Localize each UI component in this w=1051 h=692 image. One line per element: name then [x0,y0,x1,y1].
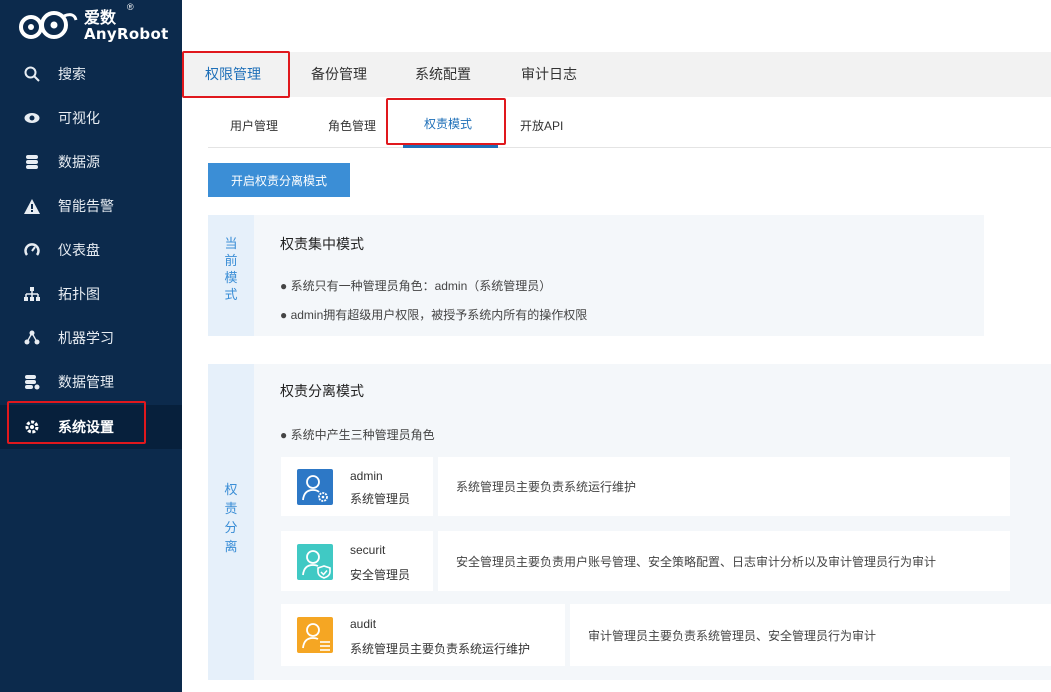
sidebar-item-dashboard[interactable]: 仪表盘 [0,228,182,272]
eye-icon [23,109,41,127]
sidebar-item-data-management[interactable]: 数据管理 [0,360,182,404]
audit-user-list-icon [297,617,333,653]
sidebar-item-visualization[interactable]: 可视化 [0,96,182,140]
anyrobot-logo-icon [19,11,78,39]
subtab-responsibility-mode[interactable]: 权责模式 [424,115,472,141]
sidebar-item-search[interactable]: 搜索 [0,52,182,96]
subtab-user-management[interactable]: 用户管理 [230,117,278,143]
sidebar-item-label: 机器学习 [58,330,114,346]
role-name: securit [350,543,386,557]
alert-icon [23,197,41,215]
current-mode-title: 权责集中模式 [280,236,364,252]
sidebar-item-label: 系统设置 [58,419,114,435]
current-mode-bullet: ● admin拥有超级用户权限，被授予系统内所有的操作权限 [280,308,588,322]
gear-icon [23,418,41,436]
database-icon [23,153,41,171]
role-description: 审计管理员主要负责系统管理员、安全管理员行为审计 [570,604,1051,666]
brand-registered-mark: ® [127,2,134,12]
current-mode-side-label: 当前模式 [208,215,254,336]
separation-mode-title: 权责分离模式 [280,383,364,399]
role-title: 安全管理员 [350,568,411,582]
role-description: 安全管理员主要负责用户账号管理、安全策略配置、日志审计分析以及审计管理员行为审计 [438,531,1010,591]
sidebar-item-label: 拓扑图 [58,286,100,302]
tab-permission-management[interactable]: 权限管理 [205,52,261,97]
subtab-role-management[interactable]: 角色管理 [328,117,376,143]
role-description: 系统管理员主要负责系统运行维护 [438,457,1010,516]
sidebar-item-label: 可视化 [58,110,100,126]
current-mode-bullet: ● 系统只有一种管理员角色：admin（系统管理员） [280,279,552,293]
brand-name-en: AnyRobot [84,25,169,43]
role-title: 系统管理员 [350,492,411,506]
role-name: admin [350,469,383,483]
sidebar-item-smart-alert[interactable]: 智能告警 [0,184,182,228]
search-icon [23,65,41,83]
enable-separation-mode-button[interactable]: 开启权责分离模式 [208,163,350,197]
tab-backup-management[interactable]: 备份管理 [311,52,367,97]
subtab-open-api[interactable]: 开放API [520,117,563,143]
dashboard-icon [23,241,41,259]
brand-logo[interactable]: 爱数 ® AnyRobot [0,0,182,48]
separation-mode-side-label: 权责分离 [208,364,254,680]
sidebar-item-label: 搜索 [58,66,86,82]
subtab-active-indicator [403,145,498,148]
sidebar-item-system-settings[interactable]: 系统设置 [0,405,182,449]
sidebar-item-label: 数据源 [58,154,100,170]
topology-icon [23,285,41,303]
sidebar-item-label: 数据管理 [58,374,114,390]
subtab-divider [208,147,1051,148]
tab-audit-log[interactable]: 审计日志 [521,52,577,97]
data-management-icon [23,373,41,391]
sidebar-item-datasource[interactable]: 数据源 [0,140,182,184]
sidebar: 爱数 ® AnyRobot 搜索 可视化 数据源 智能告警 仪表盘 拓扑图 机器… [0,0,182,692]
role-title: 系统管理员主要负责系统运行维护 [350,642,531,656]
admin-user-gear-icon [297,469,333,505]
sidebar-item-label: 智能告警 [58,198,114,214]
sidebar-item-topology[interactable]: 拓扑图 [0,272,182,316]
machine-learning-icon [23,329,41,347]
sidebar-item-label: 仪表盘 [58,242,100,258]
separation-mode-bullet: ● 系统中产生三种管理员角色 [280,428,435,442]
sidebar-item-machine-learning[interactable]: 机器学习 [0,316,182,360]
role-name: audit [350,617,377,631]
security-user-shield-icon [297,544,333,580]
tab-system-config[interactable]: 系统配置 [415,52,471,97]
